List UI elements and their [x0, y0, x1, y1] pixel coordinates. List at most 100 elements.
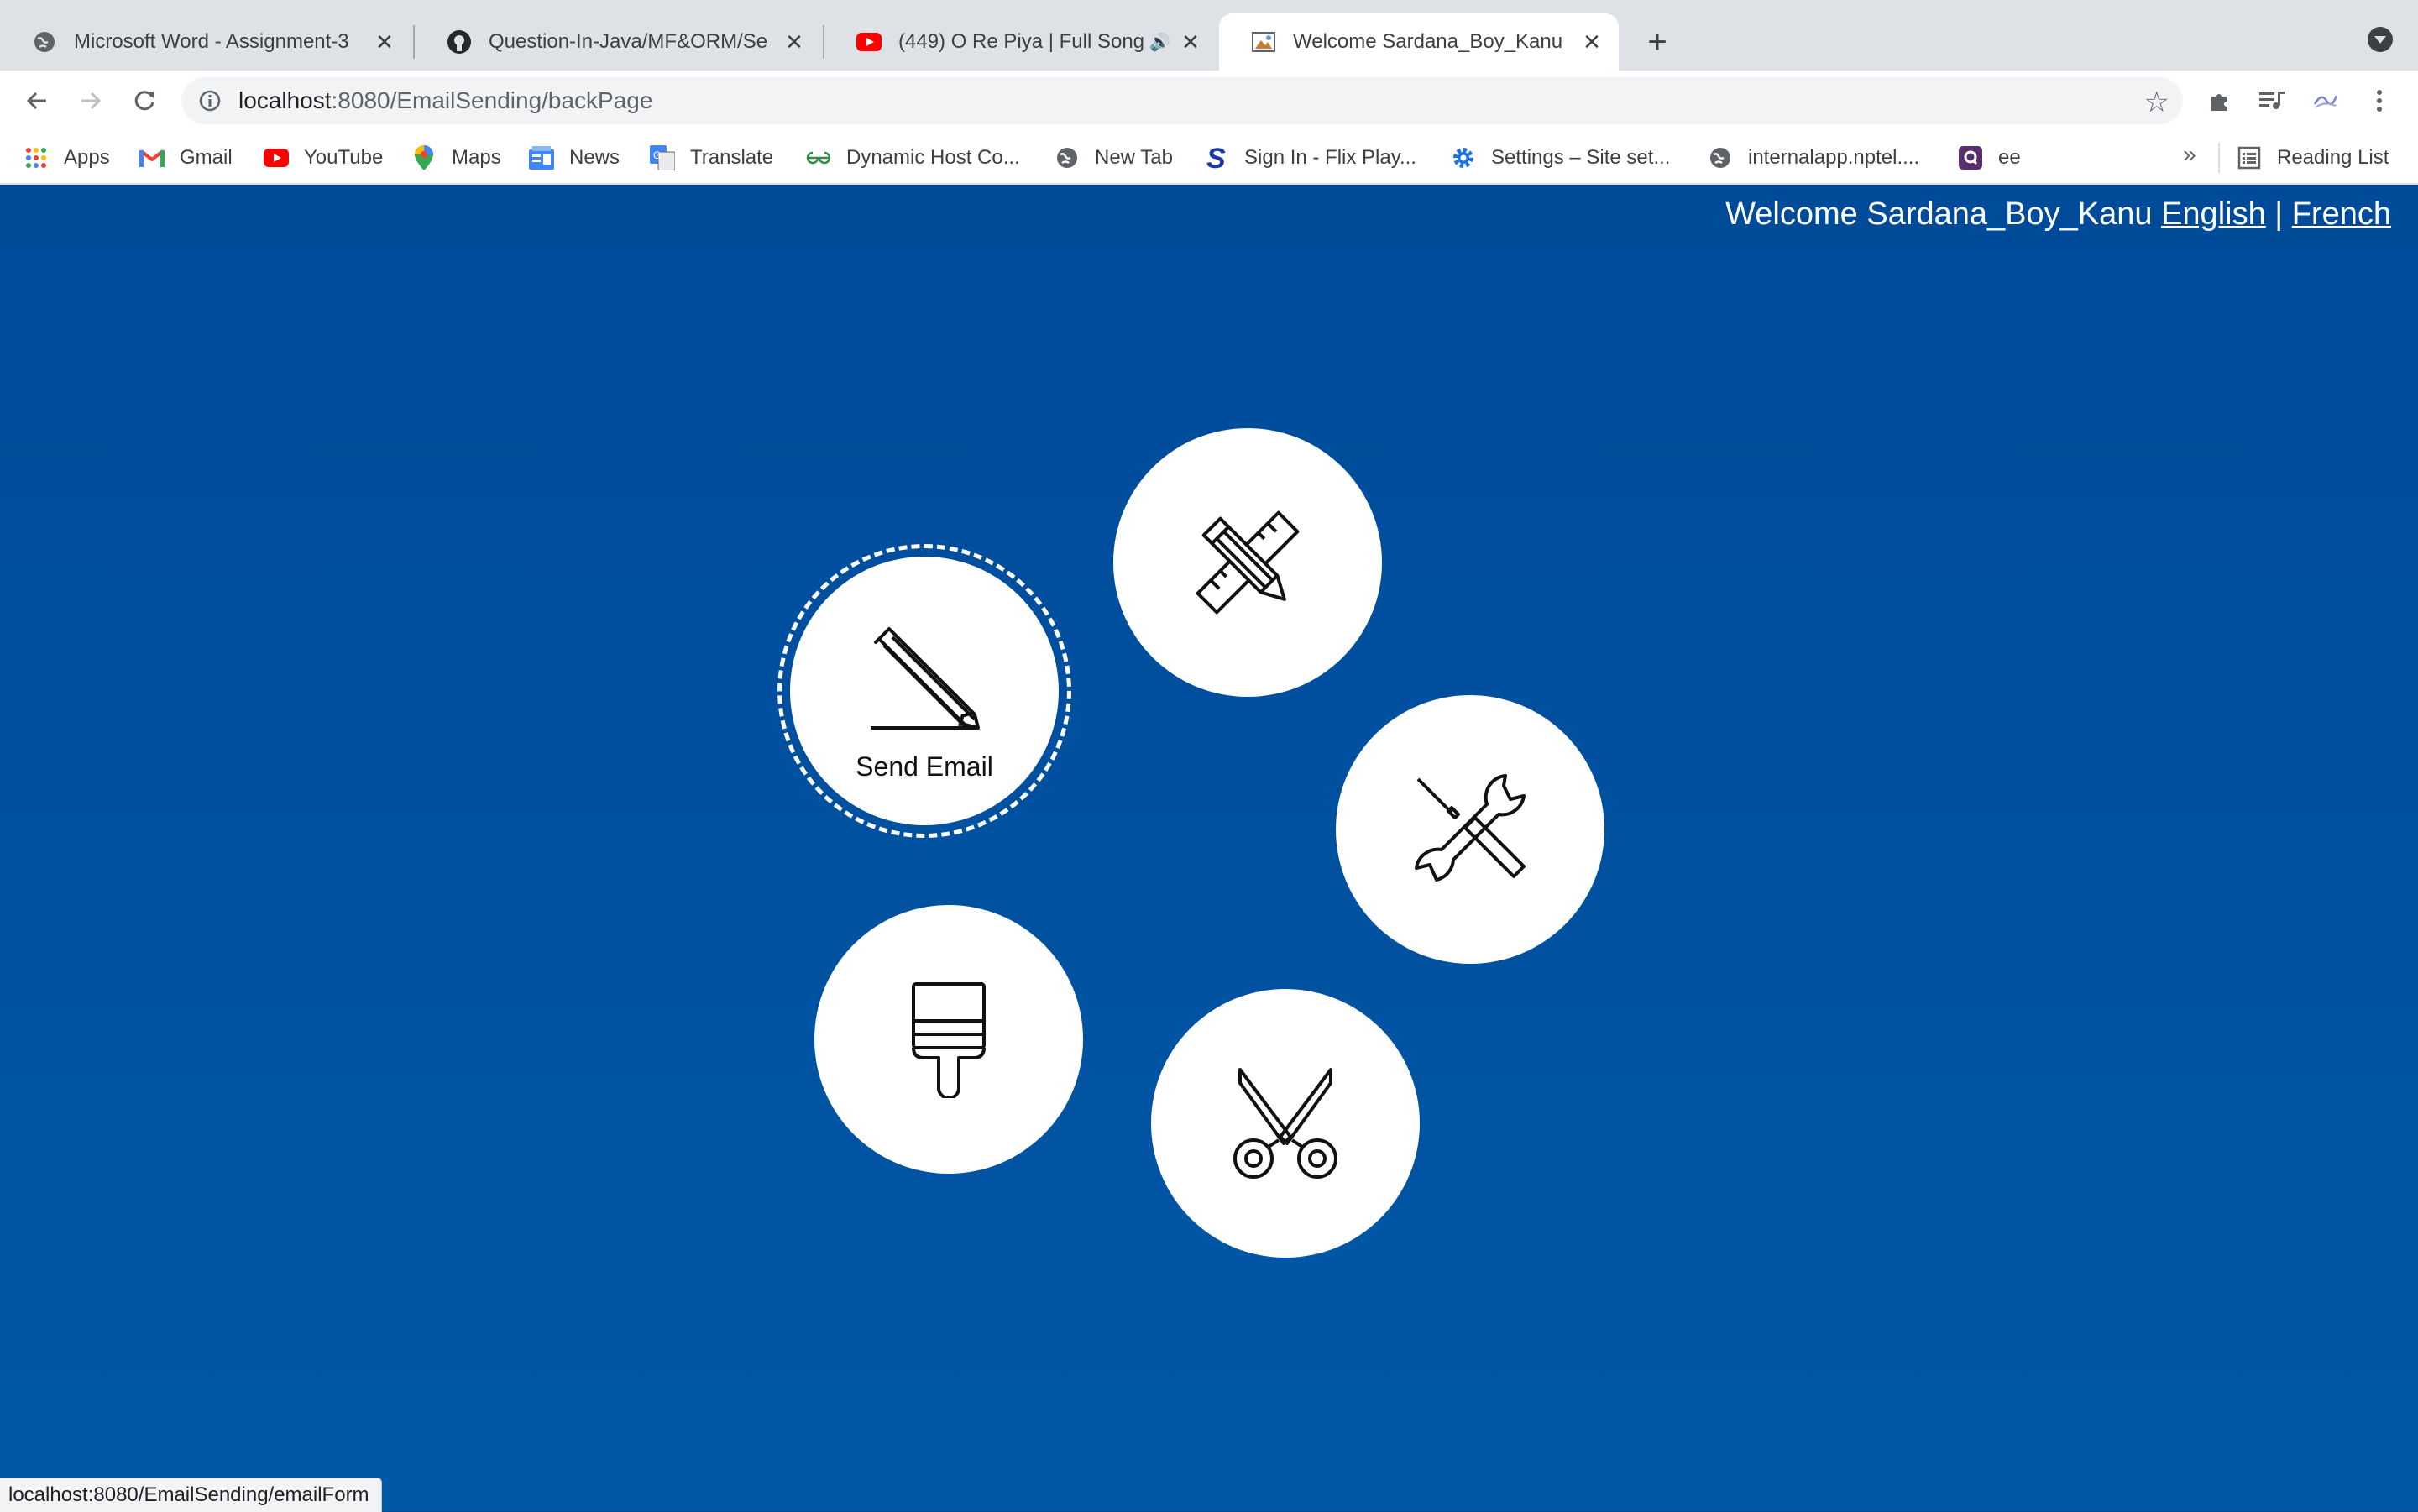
media-control-button[interactable]: [2253, 82, 2290, 119]
translate-icon: G: [650, 145, 675, 170]
scissors-icon: [1233, 1068, 1337, 1179]
browser-menu-button[interactable]: [2361, 82, 2398, 119]
welcome-header: Welcome Sardana_Boy_Kanu English | Frenc…: [1725, 196, 2391, 233]
address-bar[interactable]: localhost:8080/EmailSending/backPage ☆: [181, 77, 2183, 124]
arrow-right-icon: [81, 92, 102, 110]
close-icon[interactable]: ✕: [782, 30, 806, 54]
extension-logo-icon: [2313, 95, 2338, 108]
tab-search-icon[interactable]: [2368, 27, 2393, 52]
gmail-icon: [139, 145, 165, 170]
github-icon: [447, 29, 472, 55]
extensions-button[interactable]: [2201, 82, 2238, 119]
apps-grid-icon: [24, 145, 49, 170]
bookmark-new-tab[interactable]: New Tab: [1055, 143, 1173, 173]
profile-extension-button[interactable]: [2307, 82, 2344, 119]
pencil-ruler-icon: [1196, 510, 1300, 615]
bookmark-news[interactable]: News: [529, 143, 620, 173]
url-path: :8080/EmailSending/backPage: [331, 87, 653, 113]
bookmark-label: Settings – Site set...: [1491, 146, 1671, 169]
back-button[interactable]: [18, 82, 55, 119]
bookmark-label: Gmail: [180, 146, 233, 169]
bookmark-settings[interactable]: Settings – Site set...: [1451, 143, 1670, 173]
close-icon[interactable]: ✕: [1580, 30, 1604, 54]
purple-square-icon: [1958, 145, 1983, 170]
bookmark-ee[interactable]: ee: [1958, 143, 2021, 173]
status-url-bubble: localhost:8080/EmailSending/emailForm: [0, 1478, 382, 1512]
send-email-label: Send Email: [856, 751, 993, 782]
send-email-button[interactable]: Send Email: [790, 557, 1059, 825]
tab-welcome[interactable]: Welcome Sardana_Boy_Kanu ✕: [1219, 13, 1619, 71]
url-host: localhost: [238, 87, 332, 113]
tab-youtube-song[interactable]: (449) O Re Piya | Full Song 🔊 ✕: [824, 13, 1217, 71]
scissors-button[interactable]: [1151, 989, 1420, 1258]
gfg-icon: [806, 145, 831, 170]
browser-toolbar: localhost:8080/EmailSending/backPage ☆: [0, 71, 2418, 131]
bookmark-label: News: [569, 146, 620, 169]
reading-list-label: Reading List: [2277, 146, 2389, 169]
reload-button[interactable]: [126, 82, 163, 119]
bookmarks-overflow-button[interactable]: »: [2183, 141, 2196, 168]
bookmark-label: internalapp.nptel....: [1748, 146, 1920, 169]
bookmark-star-icon[interactable]: ☆: [2144, 86, 2169, 119]
english-link[interactable]: English: [2161, 196, 2266, 232]
new-tab-button[interactable]: +: [1641, 18, 1674, 65]
news-icon: [529, 145, 554, 170]
french-link[interactable]: French: [2292, 196, 2391, 232]
flix-s-icon: S: [1204, 145, 1229, 170]
tab-title: Welcome Sardana_Boy_Kanu: [1293, 30, 1563, 53]
close-icon[interactable]: ✕: [1179, 30, 1202, 54]
maps-pin-icon: [411, 145, 437, 170]
bookmark-maps[interactable]: Maps: [411, 143, 501, 173]
speaker-icon[interactable]: 🔊: [1149, 32, 1170, 53]
kebab-menu-icon: [2377, 90, 2382, 112]
svg-text:S: S: [1206, 145, 1226, 170]
globe-icon: [1708, 145, 1733, 170]
gear-icon: [1451, 145, 1476, 170]
bookmark-label: ee: [1998, 146, 2021, 169]
page-content: Welcome Sardana_Boy_Kanu English | Frenc…: [0, 185, 2418, 1511]
reload-icon: [134, 91, 154, 111]
bookmarks-divider: [2218, 143, 2220, 173]
bookmark-label: New Tab: [1095, 146, 1173, 169]
wrench-screwdriver-icon: [1415, 774, 1526, 882]
bookmark-apps[interactable]: Apps: [24, 143, 110, 173]
bookmark-label: YouTube: [304, 146, 384, 169]
arrow-left-icon: [26, 92, 46, 110]
tab-title: (449) O Re Piya | Full Song: [898, 30, 1145, 53]
tab-strip: Microsoft Word - Assignment-3 ✕ Question…: [0, 0, 2418, 71]
bookmark-dynamic-host[interactable]: Dynamic Host Co...: [806, 143, 1020, 173]
bookmark-gmail[interactable]: Gmail: [139, 143, 233, 173]
bookmark-label: Dynamic Host Co...: [846, 146, 1020, 169]
bookmark-label: Sign In - Flix Play...: [1244, 146, 1416, 169]
image-icon: [1251, 29, 1276, 55]
forward-button[interactable]: [72, 82, 109, 119]
settings-tools-button[interactable]: [1336, 695, 1604, 964]
globe-icon: [1055, 145, 1080, 170]
language-separator: |: [2274, 196, 2284, 232]
bookmark-label: Translate: [690, 146, 774, 169]
bookmarks-bar: Apps Gmail YouTube Maps News G Translate: [0, 131, 2418, 185]
svg-text:G: G: [653, 149, 661, 161]
tab-word-assignment[interactable]: Microsoft Word - Assignment-3 ✕: [0, 13, 411, 71]
bookmark-flix-play[interactable]: S Sign In - Flix Play...: [1204, 143, 1416, 173]
youtube-icon: [264, 145, 289, 170]
tab-github-question[interactable]: Question-In-Java/MF&ORM/Se ✕: [415, 13, 821, 71]
bookmark-label: Apps: [64, 146, 110, 169]
tab-title: Microsoft Word - Assignment-3: [74, 30, 349, 53]
globe-icon: [32, 29, 57, 55]
info-icon[interactable]: [198, 89, 222, 112]
paint-brush-button[interactable]: [814, 905, 1083, 1174]
bookmark-youtube[interactable]: YouTube: [264, 143, 383, 173]
pencil-icon: [871, 627, 980, 730]
url-text: localhost:8080/EmailSending/backPage: [238, 87, 652, 114]
youtube-icon: [856, 29, 882, 55]
bookmark-translate[interactable]: G Translate: [650, 143, 773, 173]
close-icon[interactable]: ✕: [373, 30, 396, 54]
design-tools-button[interactable]: [1113, 428, 1382, 697]
playlist-icon: [2259, 92, 2285, 109]
reading-list-button[interactable]: Reading List: [2237, 143, 2389, 173]
reading-list-icon: [2237, 145, 2262, 170]
bookmark-nptel[interactable]: internalapp.nptel....: [1708, 143, 1919, 173]
bookmark-label: Maps: [452, 146, 501, 169]
puzzle-icon: [2211, 94, 2227, 111]
